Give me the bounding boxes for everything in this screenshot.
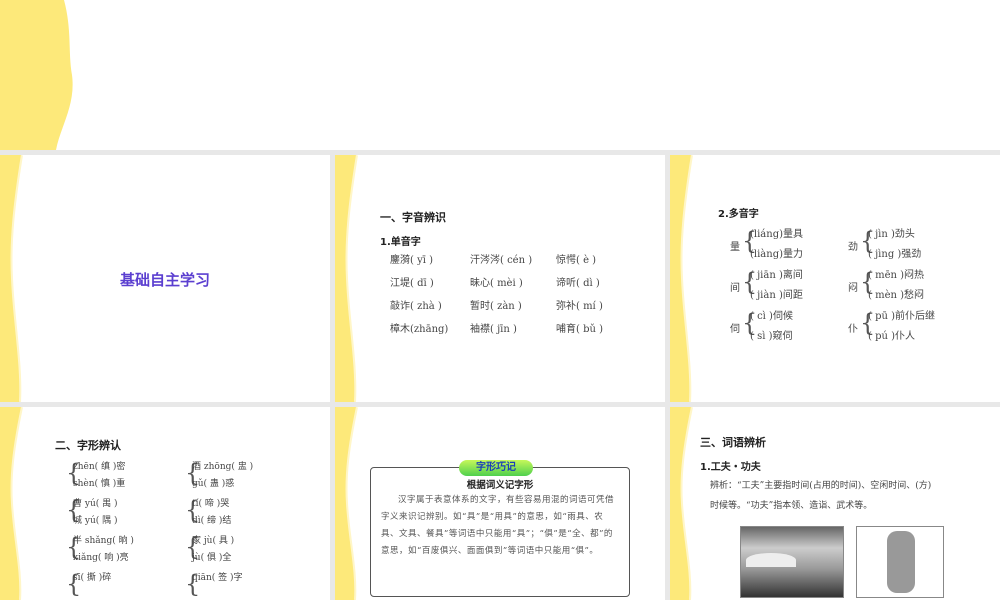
slide-thumbnail-polyphones[interactable]: 2.多音字 量 { (liáng)量具 (liàng)量力 劲 { ( jìn … <box>670 155 1000 402</box>
item: 汗涔涔( cén ) <box>470 255 533 266</box>
glyph-a: 曹 yú( 禺 ) <box>73 499 118 509</box>
glyph-a: zhēn( 缜 )密 <box>73 462 126 472</box>
item: 袖襟( jīn ) <box>470 324 517 335</box>
tip-badge: 字形巧记 <box>459 460 533 476</box>
slide-thumbnail-title[interactable]: 基础自主学习 <box>0 155 330 402</box>
reading-b: ( jiàn )间距 <box>750 290 803 301</box>
subheading: 1.单音字 <box>380 237 421 248</box>
glyph-a: 酒 zhōng( 盅 ) <box>192 462 254 472</box>
yellow-wave-decoration <box>335 155 375 402</box>
subheading: 1.工夫・功夫 <box>700 462 761 473</box>
item: 哺育( bǔ ) <box>556 324 604 335</box>
item: 江堤( dī ) <box>390 278 434 289</box>
item: 樟木(zhāng) <box>390 324 449 335</box>
heading: 一、字音辨识 <box>380 211 446 224</box>
item: 暂时( zàn ) <box>470 301 522 312</box>
glyph-b: gǔ( 蛊 )惑 <box>192 479 235 489</box>
slide-thumbnail-glyphs[interactable]: 二、字形辨认 { zhēn( 缜 )密 shèn( 慎 )重 { 酒 zhōng… <box>0 407 330 600</box>
yellow-wave-decoration <box>335 407 375 600</box>
item: 惊愕( è ) <box>556 255 597 266</box>
reading-a: ( pū )前仆后继 <box>868 311 936 322</box>
glyph-a: qiān( 签 )字 <box>192 573 243 583</box>
glyph-a: 半 shǎng( 晌 ) <box>73 536 134 546</box>
item: 鏖漪( yī ) <box>390 255 434 266</box>
glyph-b: jù( 俱 )全 <box>192 553 232 563</box>
reading-b: ( sì )窥伺 <box>750 331 793 342</box>
analysis-line-2: 时候等。“功夫”指本领、造诣、武术等。 <box>710 501 873 511</box>
fishing-photo <box>740 526 844 598</box>
glyph-b: xiǎng( 响 )亮 <box>73 553 129 563</box>
glyph-a: 家 jù( 具 ) <box>192 536 235 546</box>
item: 敲诈( zhà ) <box>390 301 442 312</box>
glyph-a: tí( 啼 )哭 <box>192 499 230 509</box>
slide-thumbnail-words[interactable]: 三、词语辨析 1.工夫・功夫 辨析：“工夫”主要指时间(占用的时间)、空闲时间、… <box>670 407 1000 600</box>
slide-thumbnail-tips[interactable]: 字形巧记 根据词义记字形 汉字属于表意体系的文字，有些容易用混的词语可凭借字义来… <box>335 407 665 600</box>
tip-box: 字形巧记 根据词义记字形 汉字属于表意体系的文字，有些容易用混的词语可凭借字义来… <box>370 460 630 597</box>
polyphone-char: 量 <box>730 242 740 253</box>
polyphone-char: 间 <box>730 283 740 294</box>
reading-a: ( jiān )离间 <box>750 270 803 281</box>
reading-b: ( jìng )强劲 <box>868 249 922 260</box>
item: 弥补( mí ) <box>556 301 603 312</box>
reading-b: ( mèn )愁闷 <box>868 290 925 301</box>
slide-sorter: 基础自主学习 一、字音辨识 1.单音字 鏖漪( yī ) 汗涔涔( cén ) 惊愕… <box>0 0 1000 600</box>
yellow-wave-decoration <box>670 155 710 402</box>
kungfu-photo <box>856 526 944 598</box>
polyphone-char: 劲 <box>848 242 858 253</box>
glyph-b: shèn( 慎 )重 <box>73 479 126 489</box>
reading-a: ( mēn )闷热 <box>868 270 925 281</box>
slide-thumbnail-pronunciation[interactable]: 一、字音辨识 1.单音字 鏖漪( yī ) 汗涔涔( cén ) 惊愕( è ) 江… <box>335 155 665 402</box>
heading: 三、词语辨析 <box>700 436 766 449</box>
polyphone-char: 伺 <box>730 324 740 335</box>
polyphone-char: 仆 <box>848 324 858 335</box>
yellow-wave-decoration <box>0 0 80 150</box>
reading-a: ( jìn )劲头 <box>868 229 915 240</box>
glyph-b: 城 yú( 隅 ) <box>73 516 118 526</box>
reading-b: (liàng)量力 <box>750 249 804 260</box>
section-title: 基础自主学习 <box>119 271 210 289</box>
heading: 二、字形辨认 <box>55 439 121 452</box>
glyph-b: dì( 缔 )结 <box>192 516 232 526</box>
slide-thumbnail-top[interactable] <box>0 0 1000 150</box>
tip-title: 根据词义记字形 <box>466 480 534 491</box>
yellow-wave-decoration <box>0 407 40 600</box>
subheading: 2.多音字 <box>718 209 759 220</box>
item: 昧心( mèi ) <box>470 278 523 289</box>
reading-a: ( cì )伺候 <box>750 311 793 322</box>
reading-b: ( pú )仆人 <box>868 331 916 342</box>
figure-shape <box>887 531 915 593</box>
item: 谛听( dì ) <box>556 278 600 289</box>
pronunciation-grid: 鏖漪( yī ) 汗涔涔( cén ) 惊愕( è ) 江堤( dī ) 昧心( mè… <box>390 251 636 335</box>
analysis-line-1: 辨析：“工夫”主要指时间(占用的时间)、空闲时间、(方) <box>710 481 932 491</box>
tip-body: 汉字属于表意体系的文字，有些容易用混的词语可凭借字义来识记辨别。如“具”是“用具… <box>381 495 615 556</box>
polyphone-char: 闷 <box>848 283 858 294</box>
umbrella-shape <box>746 553 796 567</box>
glyph-a: sī( 撕 )碎 <box>73 573 112 583</box>
reading-a: (liáng)量具 <box>750 229 804 240</box>
